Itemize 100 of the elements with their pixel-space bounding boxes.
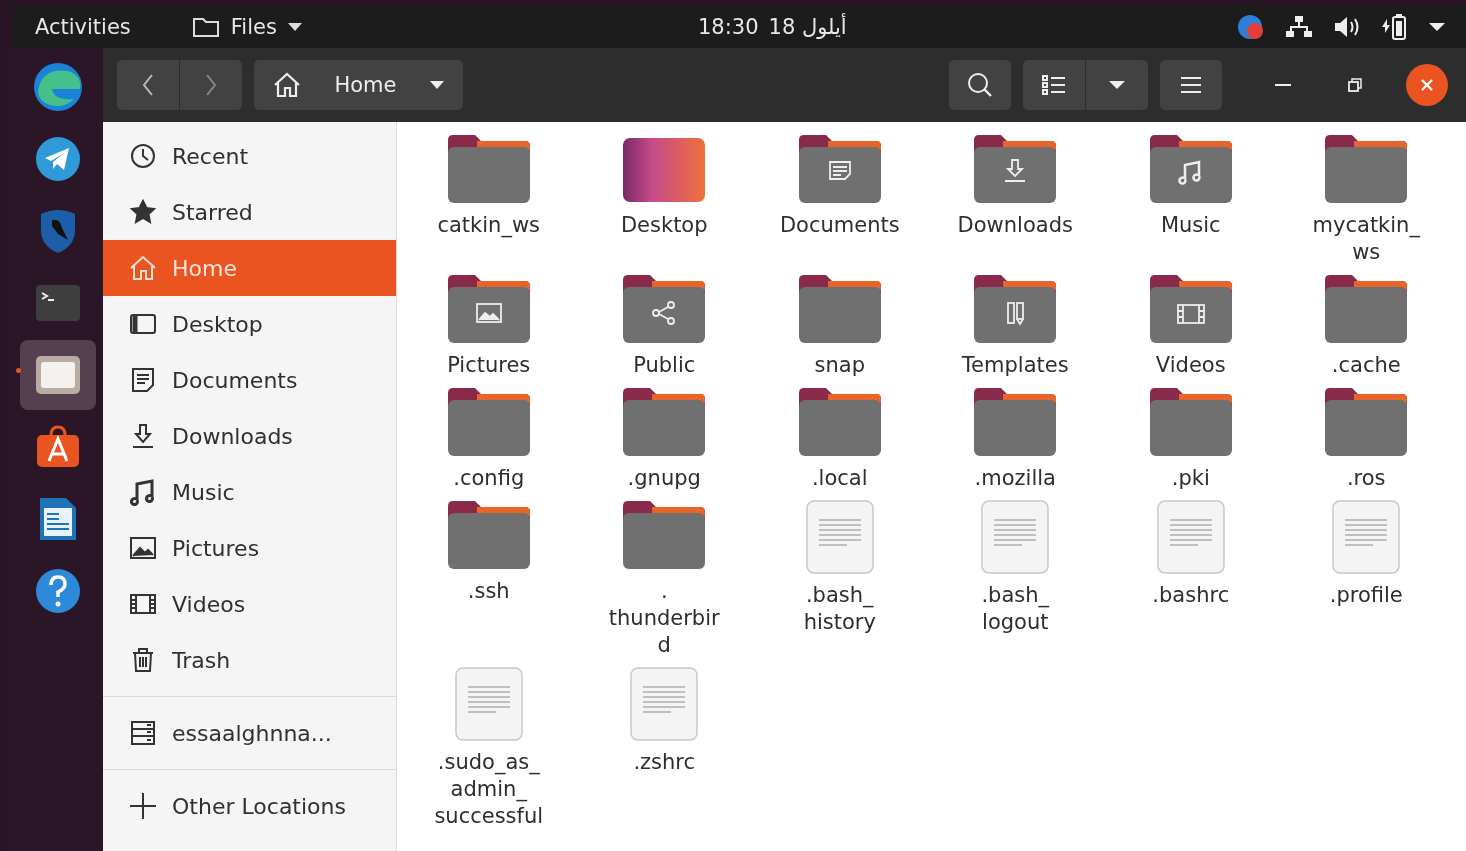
folder-icon <box>1148 387 1233 457</box>
shopping-bag-icon <box>35 425 81 469</box>
view-options-button[interactable] <box>1086 60 1148 110</box>
file-item[interactable]: Templates <box>927 274 1103 379</box>
home-icon <box>272 71 302 99</box>
folder-icon <box>797 274 882 344</box>
file-item[interactable]: Downloads <box>927 134 1103 266</box>
file-item[interactable]: catkin_ws <box>401 134 577 266</box>
caret-icon[interactable] <box>1428 21 1446 32</box>
caret-icon <box>1108 80 1126 90</box>
file-item[interactable]: Public <box>576 274 752 379</box>
folder-icon <box>446 500 531 570</box>
text-file-icon <box>980 500 1051 574</box>
shield-bird-icon <box>38 208 78 254</box>
search-button[interactable] <box>949 60 1011 110</box>
browser-icon <box>32 61 84 113</box>
folder-icon <box>797 387 882 457</box>
network-icon[interactable] <box>1284 14 1314 39</box>
file-name: .sudo_as_ admin_ successful <box>434 749 544 830</box>
file-name: Documents <box>779 212 900 239</box>
file-item[interactable]: .mozilla <box>927 387 1103 492</box>
close-icon <box>1419 77 1435 93</box>
file-item[interactable]: Desktop <box>576 134 752 266</box>
sidebar-item[interactable]: Desktop <box>103 296 396 352</box>
app-menu[interactable]: Files <box>190 14 303 39</box>
folder-icon <box>446 387 531 457</box>
sidebar-item[interactable]: Pictures <box>103 520 396 576</box>
text-file-icon <box>1331 500 1402 574</box>
location-button[interactable]: Home <box>254 60 463 110</box>
folder-icon <box>622 500 707 570</box>
sidebar-item[interactable]: Videos <box>103 576 396 632</box>
close-button[interactable] <box>1406 64 1448 106</box>
sidebar-item[interactable]: Starred <box>103 184 396 240</box>
file-item[interactable]: .bashrc <box>1103 500 1279 659</box>
menu-button[interactable] <box>1160 60 1222 110</box>
file-item[interactable]: .bash_ history <box>752 500 928 659</box>
folder-icon <box>1324 274 1409 344</box>
activities-button[interactable]: Activities <box>35 14 131 39</box>
file-item[interactable]: .profile <box>1278 500 1454 659</box>
file-item[interactable]: Music <box>1103 134 1279 266</box>
file-name: .ros <box>1346 465 1386 492</box>
file-item[interactable]: .config <box>401 387 577 492</box>
pictures-folder-icon <box>446 274 531 344</box>
file-name: Pictures <box>447 352 531 379</box>
sidebar-item[interactable]: Recent <box>103 128 396 184</box>
home-icon <box>128 254 158 282</box>
file-name: .gnupg <box>627 465 701 492</box>
other-icon <box>128 792 158 820</box>
file-name: .ssh <box>467 578 510 605</box>
folder-icon <box>36 356 80 394</box>
recent-icon <box>128 142 158 170</box>
file-name: Downloads <box>957 212 1073 239</box>
file-name: snap <box>814 352 865 379</box>
file-name: catkin_ws <box>437 212 541 239</box>
text-file-icon <box>804 500 875 574</box>
menu-icon <box>1179 75 1203 95</box>
file-name: . thunderbir d <box>608 578 720 659</box>
file-name: .zshrc <box>633 749 696 776</box>
document-icon <box>38 496 78 542</box>
public-folder-icon <box>622 274 707 344</box>
help-icon <box>35 568 81 614</box>
clock-time[interactable]: 18:30 <box>698 14 759 39</box>
file-item[interactable]: Pictures <box>401 274 577 379</box>
forward-icon <box>204 73 218 97</box>
list-icon <box>1041 74 1067 96</box>
sidebar-item[interactable]: Documents <box>103 352 396 408</box>
clock-date[interactable]: 18 أيلول <box>768 14 847 39</box>
folder-icon <box>1324 134 1409 204</box>
text-file-icon <box>629 667 700 741</box>
file-item[interactable]: .ros <box>1278 387 1454 492</box>
folder-icon <box>622 387 707 457</box>
sidebar-item[interactable]: essaalghnna... <box>103 705 396 761</box>
sidebar-item[interactable]: Music <box>103 464 396 520</box>
paper-plane-icon <box>35 136 81 182</box>
sidebar-item[interactable]: Other Locations <box>103 778 396 834</box>
file-item[interactable]: .ssh <box>401 500 577 659</box>
sidebar-item[interactable]: Downloads <box>103 408 396 464</box>
file-item[interactable]: .zshrc <box>576 667 752 830</box>
folder-icon <box>446 134 531 204</box>
file-item[interactable]: .bash_ logout <box>927 500 1103 659</box>
sidebar-item[interactable]: Trash <box>103 632 396 688</box>
file-name: .pki <box>1171 465 1210 492</box>
text-file-icon <box>453 667 524 741</box>
restore-icon <box>1347 77 1363 93</box>
view-button[interactable] <box>1023 60 1085 110</box>
file-name: .bash_ history <box>803 582 876 636</box>
file-item[interactable]: Documents <box>752 134 928 266</box>
starred-icon <box>128 198 158 226</box>
file-item[interactable]: .gnupg <box>576 387 752 492</box>
file-item[interactable]: . thunderbir d <box>576 500 752 659</box>
folder-icon <box>1324 387 1409 457</box>
file-item[interactable]: Videos <box>1103 274 1279 379</box>
file-item[interactable]: .local <box>752 387 928 492</box>
file-item[interactable]: .pki <box>1103 387 1279 492</box>
back-icon <box>141 73 155 97</box>
file-item[interactable]: snap <box>752 274 928 379</box>
search-icon <box>966 71 994 99</box>
file-item[interactable]: .cache <box>1278 274 1454 379</box>
file-item[interactable]: mycatkin_ ws <box>1278 134 1454 266</box>
file-item[interactable]: .sudo_as_ admin_ successful <box>401 667 577 830</box>
